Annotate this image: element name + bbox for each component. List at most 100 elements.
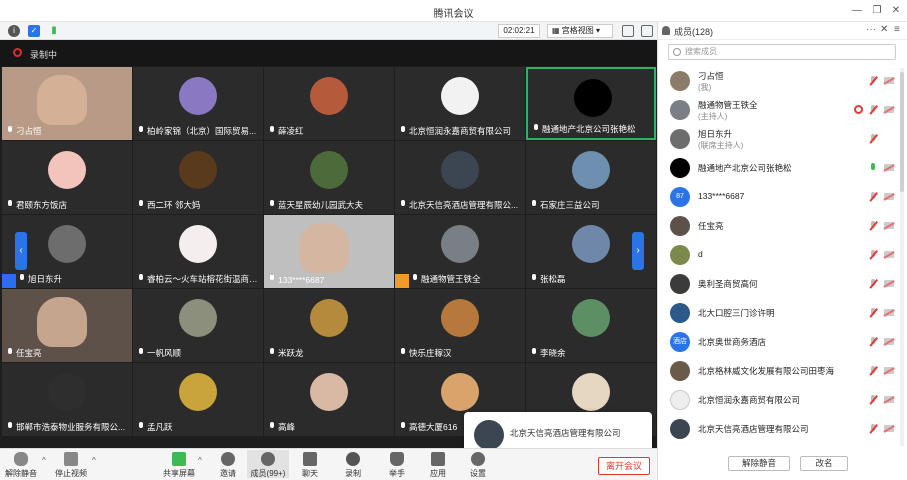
info-icon[interactable]: i <box>8 25 20 37</box>
more-icon[interactable]: ··· <box>866 24 876 35</box>
mic-muted-icon[interactable] <box>869 134 877 144</box>
video-tile[interactable]: 高峰 <box>264 363 394 436</box>
camera-off-icon[interactable] <box>884 77 894 84</box>
unmute-all-button[interactable]: 解除静音 <box>728 456 790 471</box>
video-tile[interactable]: 米跃龙 <box>264 289 394 362</box>
video-tile[interactable]: 睿柏云～火车站榕花街温商会... <box>133 215 263 288</box>
video-tile[interactable]: 任宝亮 <box>2 289 132 362</box>
video-tile[interactable]: 一帆风顺 <box>133 289 263 362</box>
list-item[interactable]: 融通物管王铁全 (主持人) <box>658 97 898 123</box>
list-item[interactable]: 刁占恒 (我) <box>658 68 898 94</box>
camera-off-icon[interactable] <box>884 280 894 287</box>
mic-muted-icon[interactable] <box>869 308 877 318</box>
leave-meeting-button[interactable]: 离开会议 <box>598 457 650 475</box>
mic-icon <box>399 348 407 358</box>
video-tile[interactable]: 133****6687 <box>264 215 394 288</box>
video-tile[interactable]: 北京天信亮酒店管理有限公... <box>395 141 525 214</box>
person-icon <box>662 26 670 35</box>
list-item[interactable]: 87 133****6687 <box>658 184 898 210</box>
mic-icon <box>268 126 276 136</box>
mic-muted-icon[interactable] <box>869 279 877 289</box>
mic-muted-icon[interactable] <box>869 221 877 231</box>
raise-hand-button[interactable]: 举手 <box>376 452 418 479</box>
mic-muted-icon[interactable] <box>869 366 877 376</box>
chevron-up-icon[interactable]: ^ <box>198 456 202 465</box>
tile-name: 北京天信亮酒店管理有限公... <box>409 200 519 210</box>
video-tile[interactable]: 李晓余 <box>526 289 656 362</box>
apps-button[interactable]: 应用 <box>417 452 459 479</box>
list-item[interactable]: 北大口腔三门诊许明 <box>658 300 898 326</box>
video-tile[interactable]: 西二环 邻大妈 <box>133 141 263 214</box>
invite-button[interactable]: 邀请 <box>207 452 249 479</box>
tile-name: 君颐东方饭店 <box>16 200 68 210</box>
prev-page-button[interactable]: ‹ <box>15 232 27 270</box>
rename-button[interactable]: 改名 <box>800 456 848 471</box>
view-toggle-button[interactable]: ▦ 宫格视图 ▾ <box>547 24 613 38</box>
mic-muted-icon[interactable] <box>869 337 877 347</box>
list-item[interactable]: 北京天信亮酒店管理有限公司 <box>658 416 898 442</box>
fullscreen-icon[interactable] <box>622 25 634 37</box>
settings-label: 设置 <box>470 469 486 478</box>
list-item[interactable]: 融通地产北京公司张艳松 <box>658 155 898 181</box>
panel-toggle-icon[interactable] <box>641 25 653 37</box>
stop-video-button[interactable]: 停止视频 <box>50 452 92 479</box>
camera-off-icon[interactable] <box>884 425 894 432</box>
camera-off-icon[interactable] <box>884 222 894 229</box>
camera-off-icon[interactable] <box>884 251 894 258</box>
video-tile[interactable]: 融通物管王铁全 <box>395 215 525 288</box>
chat-button[interactable]: 聊天 <box>289 452 331 479</box>
camera-off-icon[interactable] <box>884 106 894 113</box>
mic-muted-icon[interactable] <box>869 424 877 434</box>
menu-icon[interactable]: ≡ <box>894 24 900 35</box>
camera-off-icon[interactable] <box>884 338 894 345</box>
scrollbar-thumb[interactable] <box>900 72 904 192</box>
mic-muted-icon[interactable] <box>869 192 877 202</box>
mic-muted-icon[interactable] <box>869 250 877 260</box>
chevron-up-icon[interactable]: ^ <box>92 456 96 465</box>
mic-muted-icon[interactable] <box>869 395 877 405</box>
member-search-input[interactable]: 搜索成员 <box>668 44 896 60</box>
chevron-up-icon[interactable]: ^ <box>42 456 46 465</box>
minimize-icon[interactable]: — <box>850 4 864 18</box>
share-screen-button[interactable]: 共享屏幕 <box>158 452 200 479</box>
video-tile[interactable]: 薛凌红 <box>264 67 394 140</box>
signal-icon[interactable]: ▮ <box>48 25 60 37</box>
close-icon[interactable]: ✕ <box>889 4 903 18</box>
camera-off-icon[interactable] <box>884 309 894 316</box>
mic-muted-icon[interactable] <box>869 76 877 86</box>
video-tile[interactable]: 邯郸市浩泰物业服务有限公... <box>2 363 132 436</box>
maximize-icon[interactable]: ❐ <box>870 4 884 18</box>
list-item[interactable]: 任宝亮 <box>658 213 898 239</box>
video-tile[interactable]: 刁占恒 <box>2 67 132 140</box>
camera-off-icon[interactable] <box>884 164 894 171</box>
video-tile[interactable]: 北京恒润永嘉商贸有限公司 <box>395 67 525 140</box>
list-item[interactable]: 北京格林威文化发展有限公司田枣海 <box>658 358 898 384</box>
camera-off-icon[interactable] <box>884 367 894 374</box>
list-item[interactable]: 酒店 北京奥世商务酒店 <box>658 329 898 355</box>
list-item[interactable]: 北京恒润永嘉商贸有限公司 <box>658 387 898 413</box>
members-button[interactable]: 成员(99+) <box>247 450 289 478</box>
list-item[interactable]: 奥利圣商贸高何 <box>658 271 898 297</box>
member-name: 融通地产北京公司张艳松 <box>698 163 792 173</box>
video-tile[interactable]: 蓝天星辰幼儿园武大夫 <box>264 141 394 214</box>
settings-button[interactable]: 设置 <box>457 452 499 479</box>
camera-off-icon[interactable] <box>884 396 894 403</box>
unmute-button[interactable]: 解除静音 <box>0 452 42 479</box>
member-list-scrollbar[interactable] <box>900 68 904 446</box>
mic-icon <box>268 422 276 432</box>
video-tile[interactable]: 石家庄三益公司 <box>526 141 656 214</box>
mic-muted-icon[interactable] <box>869 105 877 115</box>
mic-icon[interactable] <box>869 163 877 173</box>
next-page-button[interactable]: › <box>632 232 644 270</box>
list-item[interactable]: 旭日东升 (联席主持人) <box>658 126 898 152</box>
video-tile[interactable]: 孟凡跃 <box>133 363 263 436</box>
video-tile[interactable]: 融通地产北京公司张艳松 <box>526 67 656 140</box>
close-icon[interactable]: ✕ <box>880 24 888 35</box>
video-tile[interactable]: 快乐庄稼汉 <box>395 289 525 362</box>
record-button[interactable]: 录制 <box>332 452 374 479</box>
camera-off-icon[interactable] <box>884 193 894 200</box>
video-tile[interactable]: 君颐东方饭店 <box>2 141 132 214</box>
video-tile[interactable]: 柏岭家锦（北京）国际贸易... <box>133 67 263 140</box>
shield-icon[interactable]: ✓ <box>28 25 40 37</box>
list-item[interactable]: d <box>658 242 898 268</box>
